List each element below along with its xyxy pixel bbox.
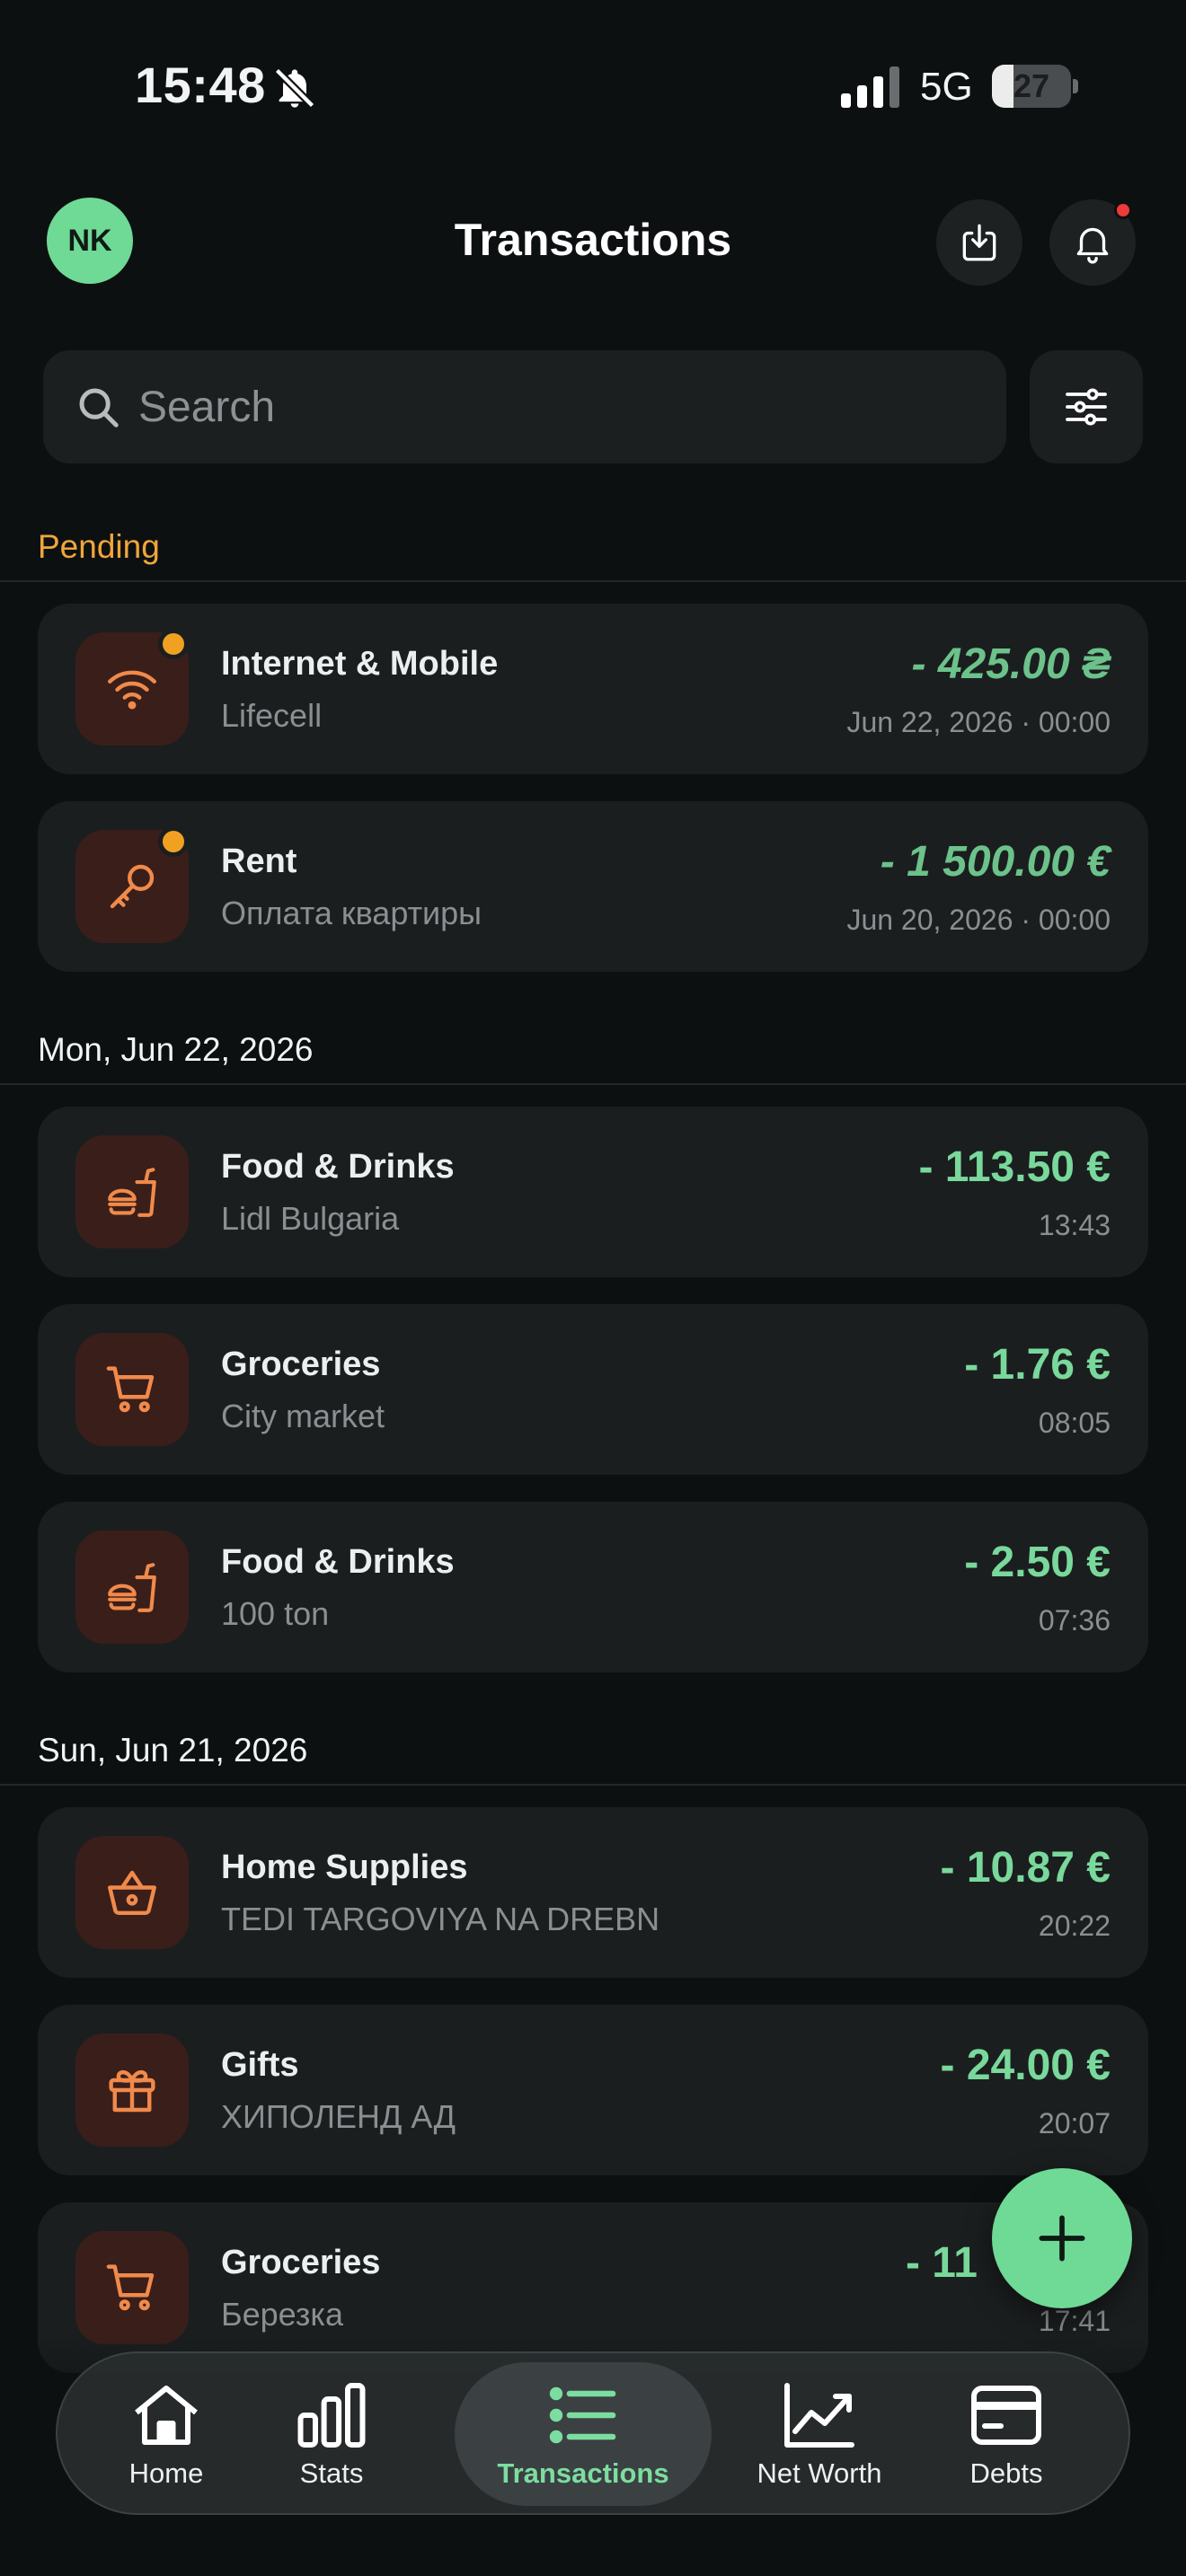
transaction-merchant: Березка xyxy=(221,2296,343,2333)
transaction-card[interactable]: Groceries City market - 1.76 € 08:05 xyxy=(38,1304,1148,1475)
transaction-amount: - 10.87 € xyxy=(940,1844,1111,1892)
notification-badge xyxy=(1114,201,1132,219)
shopping-cart-icon xyxy=(106,1366,155,1413)
transaction-card[interactable]: Internet & Mobile Lifecell - 425.00 ₴ Ju… xyxy=(38,604,1148,774)
transaction-amount: - 2.50 € xyxy=(964,1539,1111,1586)
section-label: Mon, Jun 22, 2026 xyxy=(38,1031,314,1068)
transaction-merchant: TEDI TARGOVIYA NA DREBN xyxy=(221,1901,660,1937)
transaction-datetime: Jun 20, 2026 · 00:00 xyxy=(846,904,1111,936)
wifi-icon xyxy=(108,670,156,710)
bar-chart-icon xyxy=(297,2383,366,2448)
transaction-amount: - 11 xyxy=(905,2239,978,2287)
transaction-category: Internet & Mobile xyxy=(221,645,499,683)
transaction-time: 07:36 xyxy=(1038,1604,1111,1636)
key-icon xyxy=(110,864,155,909)
transaction-merchant: ХИПОЛЕНД АД xyxy=(221,2098,456,2135)
download-icon xyxy=(962,224,996,261)
tab-label: Home xyxy=(128,2457,204,2489)
network-type: 5G xyxy=(920,65,973,109)
category-icon-container xyxy=(75,1836,189,1949)
tab-debts[interactable]: Debts xyxy=(934,2362,1078,2506)
basket-icon xyxy=(108,1870,156,1916)
list-icon xyxy=(549,2386,616,2444)
home-icon xyxy=(135,2386,198,2445)
status-time: 15:48 xyxy=(135,57,266,113)
section-label: Sun, Jun 21, 2026 xyxy=(38,1732,308,1769)
plus-icon xyxy=(1039,2215,1085,2262)
fast-food-icon xyxy=(108,1563,156,1612)
battery-indicator: 27 xyxy=(992,65,1078,108)
bell-off-icon xyxy=(274,67,315,109)
tab-label: Stats xyxy=(299,2457,364,2489)
section-header-date: Sun, Jun 21, 2026 xyxy=(0,1723,1186,1786)
transaction-time: 13:43 xyxy=(1038,1209,1111,1241)
search-icon xyxy=(79,388,119,428)
transaction-card[interactable]: Home Supplies TEDI TARGOVIYA NA DREBN - … xyxy=(38,1807,1148,1978)
transaction-card[interactable]: Gifts ХИПОЛЕНД АД - 24.00 € 20:07 xyxy=(38,2005,1148,2175)
transaction-amount: - 113.50 € xyxy=(918,1143,1111,1191)
transaction-category: Food & Drinks xyxy=(221,1543,455,1581)
tab-stats[interactable]: Stats xyxy=(255,2362,408,2506)
transaction-card[interactable]: Food & Drinks Lidl Bulgaria - 113.50 € 1… xyxy=(38,1107,1148,1277)
export-button[interactable] xyxy=(936,199,1022,286)
sliders-icon xyxy=(1066,388,1107,426)
transaction-amount: - 425.00 ₴ xyxy=(911,640,1111,688)
fast-food-icon xyxy=(108,1168,156,1217)
transaction-time: 08:05 xyxy=(1038,1407,1111,1439)
gift-icon xyxy=(109,2070,155,2113)
notifications-button[interactable] xyxy=(1049,199,1136,286)
transaction-category: Food & Drinks xyxy=(221,1148,455,1186)
transaction-card[interactable]: Rent Оплата квартиры - 1 500.00 € Jun 20… xyxy=(38,801,1148,972)
tab-home[interactable]: Home xyxy=(93,2362,239,2506)
pending-status-dot xyxy=(158,629,189,659)
category-icon-container xyxy=(75,1333,189,1446)
tab-label: Debts xyxy=(969,2457,1043,2489)
search-bar xyxy=(43,350,1006,463)
transaction-category: Rent xyxy=(221,842,297,880)
add-transaction-button[interactable] xyxy=(992,2168,1132,2308)
tab-label: Net Worth xyxy=(757,2457,882,2489)
search-input[interactable] xyxy=(138,350,983,463)
transaction-category: Gifts xyxy=(221,2046,299,2084)
transaction-merchant: Lifecell xyxy=(221,697,323,734)
transaction-merchant: City market xyxy=(221,1398,385,1434)
cellular-signal-icon xyxy=(841,66,899,108)
tab-label: Transactions xyxy=(497,2457,669,2489)
transaction-time: 20:07 xyxy=(1038,2107,1111,2139)
tab-bar: Home Stats Transactions Net Worth Debts xyxy=(56,2351,1130,2515)
category-icon-container xyxy=(75,1135,189,1248)
section-header-date: Mon, Jun 22, 2026 xyxy=(0,1022,1186,1085)
filter-button[interactable] xyxy=(1030,350,1143,463)
tab-net-worth[interactable]: Net Worth xyxy=(730,2362,909,2506)
category-icon-container xyxy=(75,2231,189,2344)
status-bar: 15:48 5G 27 xyxy=(0,0,1186,171)
transaction-category: Groceries xyxy=(221,2244,381,2281)
transaction-amount: - 1 500.00 € xyxy=(880,838,1111,886)
credit-card-icon xyxy=(971,2386,1041,2445)
bell-icon xyxy=(1076,227,1109,264)
section-header-pending: Pending xyxy=(0,519,1186,582)
transaction-amount: - 1.76 € xyxy=(964,1341,1111,1389)
transaction-time: 17:41 xyxy=(1038,2305,1111,2337)
transaction-card[interactable]: Food & Drinks 100 ton - 2.50 € 07:36 xyxy=(38,1502,1148,1672)
trend-icon xyxy=(784,2383,854,2448)
shopping-cart-icon xyxy=(106,2264,155,2311)
transaction-amount: - 24.00 € xyxy=(940,2042,1111,2089)
battery-percent: 27 xyxy=(1013,67,1050,104)
category-icon-container xyxy=(75,1531,189,1644)
transaction-merchant: Оплата квартиры xyxy=(221,895,482,931)
pending-status-dot xyxy=(158,826,189,857)
transaction-category: Home Supplies xyxy=(221,1848,468,1886)
category-icon-container xyxy=(75,2033,189,2147)
transaction-merchant: Lidl Bulgaria xyxy=(221,1200,400,1237)
transaction-time: 20:22 xyxy=(1038,1910,1111,1942)
section-label: Pending xyxy=(38,528,160,565)
transaction-datetime: Jun 22, 2026 · 00:00 xyxy=(846,706,1111,738)
transactions-screen: 15:48 5G 27 NK Transactions Search Pendi… xyxy=(0,0,1186,2576)
app-header: NK Transactions xyxy=(0,189,1186,296)
transaction-merchant: 100 ton xyxy=(221,1595,330,1632)
tab-transactions[interactable]: Transactions xyxy=(455,2362,712,2506)
transaction-category: Groceries xyxy=(221,1345,381,1383)
